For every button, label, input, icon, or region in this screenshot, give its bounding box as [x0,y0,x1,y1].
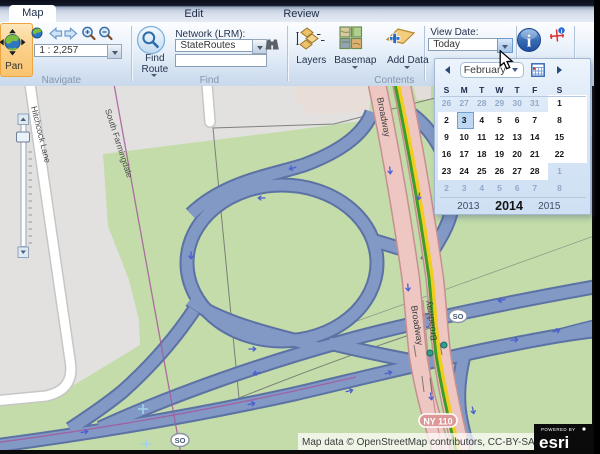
svg-text:SO: SO [453,312,464,321]
svg-text:i: i [527,32,532,51]
svg-text:Map data © OpenStreetMap contr: Map data © OpenStreetMap contributors, C… [302,437,535,448]
svg-text:POWERED BY: POWERED BY [541,427,576,432]
svg-text:NY 110: NY 110 [424,417,453,427]
svg-text:esri: esri [539,433,569,452]
svg-text:SO: SO [175,436,186,445]
